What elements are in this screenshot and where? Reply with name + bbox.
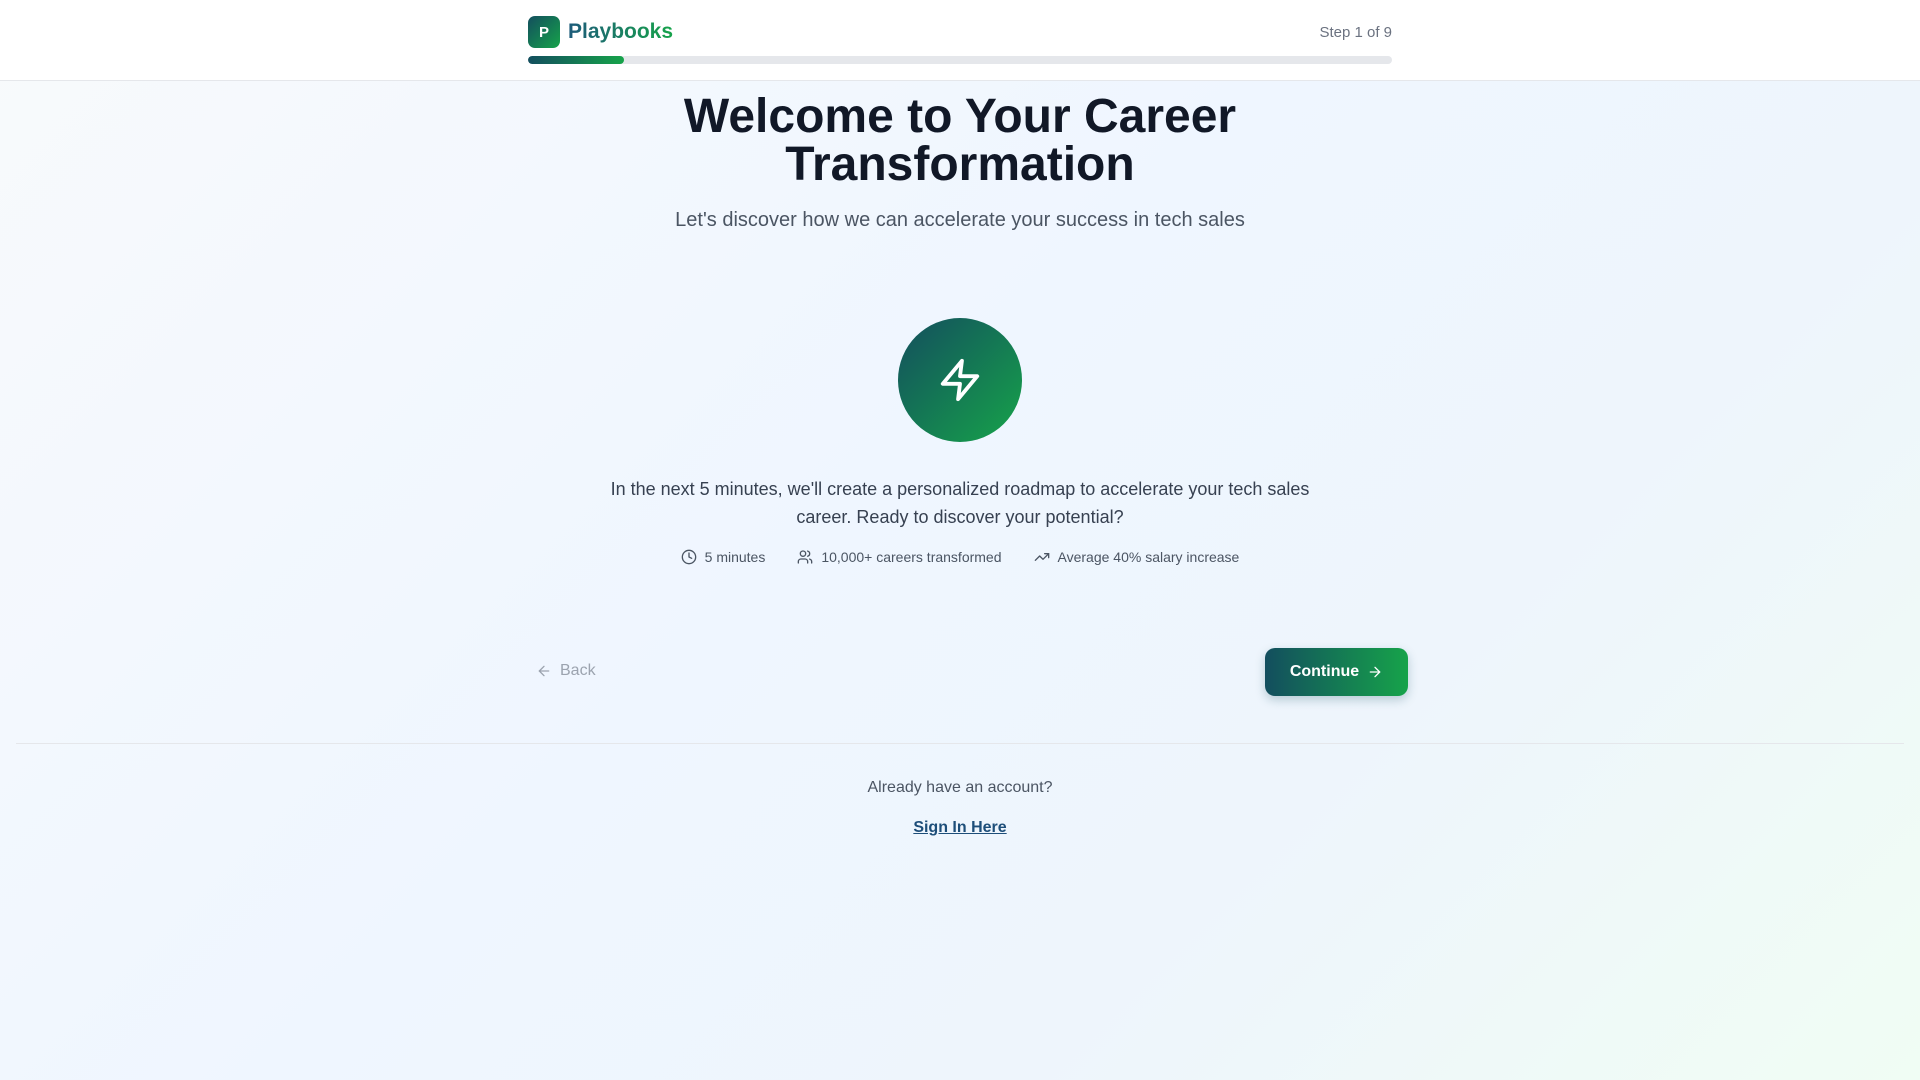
step-indicator: Step 1 of 9 xyxy=(1319,24,1392,41)
users-icon xyxy=(798,550,813,564)
stat-duration: 5 minutes xyxy=(681,549,766,565)
stat-salary: Average 40% salary increase xyxy=(1034,549,1240,565)
account-prompt: Already have an account? xyxy=(867,779,1053,796)
intro-description: In the next 5 minutes, we'll create a pe… xyxy=(610,479,1310,527)
stat-label: 5 minutes xyxy=(704,549,766,565)
top-header: P Playbooks Step 1 of 9 xyxy=(0,0,1920,81)
footer-divider xyxy=(16,743,1904,744)
clock-icon xyxy=(681,549,696,565)
trending-up-icon xyxy=(1034,553,1049,561)
header-inner: P Playbooks Step 1 of 9 xyxy=(528,0,1392,81)
back-button[interactable]: Back xyxy=(528,647,604,695)
back-label: Back xyxy=(560,662,596,679)
arrow-left-icon xyxy=(538,665,550,677)
stat-label: Average 40% salary increase xyxy=(1057,549,1240,565)
progress-fill xyxy=(528,56,624,64)
sign-in-link[interactable]: Sign In Here xyxy=(860,819,1060,837)
stat-careers: 10,000+ careers transformed xyxy=(797,549,1002,565)
stat-label: 10,000+ careers transformed xyxy=(821,549,1002,565)
continue-label: Continue xyxy=(1289,663,1360,680)
page-title: Welcome to Your Career Transformation xyxy=(683,90,1237,191)
arrow-right-icon xyxy=(1369,666,1381,678)
progress-bar xyxy=(528,56,1392,64)
logo-mark: P xyxy=(528,16,560,48)
stats-row: 5 minutes 10,000+ careers transformed Av… xyxy=(460,549,1460,565)
lightning-bolt-icon xyxy=(940,358,980,402)
brand-name: Playbooks xyxy=(568,20,674,43)
continue-button[interactable]: Continue xyxy=(1265,648,1408,696)
brand-logo[interactable]: P Playbooks xyxy=(528,16,673,48)
hero-badge xyxy=(898,318,1022,442)
page-subtitle: Let's discover how we can accelerate you… xyxy=(675,209,1245,231)
